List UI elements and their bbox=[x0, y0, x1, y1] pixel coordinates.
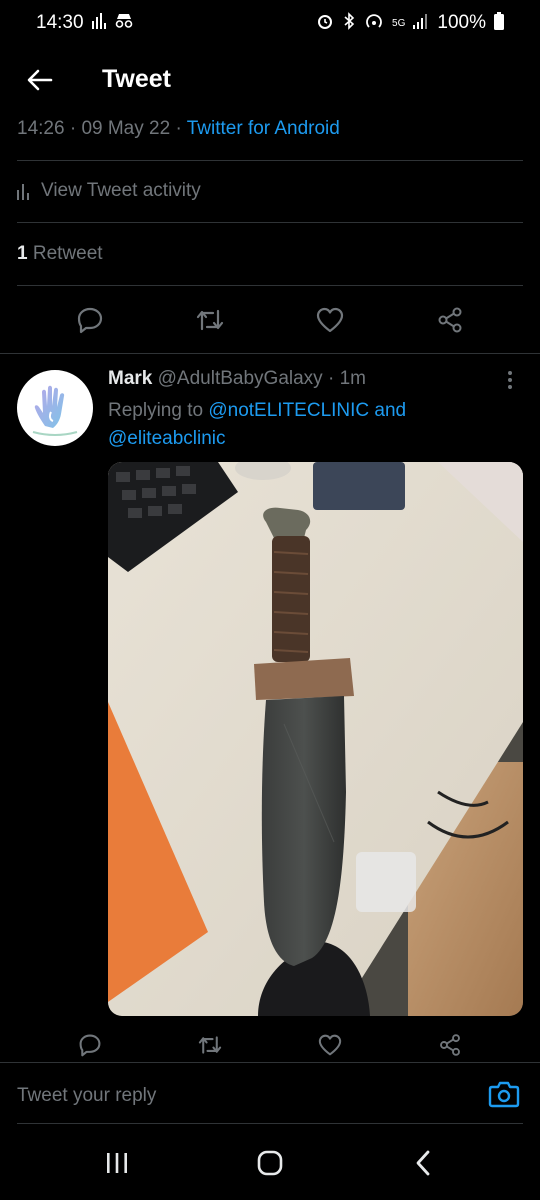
bars-icon bbox=[17, 184, 29, 200]
mention-and: and bbox=[374, 400, 407, 421]
divider bbox=[17, 1123, 523, 1124]
battery-percent: 100% bbox=[437, 12, 486, 33]
network-type: 5G bbox=[392, 17, 406, 29]
tweet-photo[interactable] bbox=[108, 462, 523, 1016]
recents-icon bbox=[106, 1153, 127, 1173]
hotspot-icon bbox=[364, 12, 384, 34]
reply-retweet-button[interactable] bbox=[190, 1025, 230, 1065]
like-icon bbox=[318, 1034, 342, 1056]
view-tweet-activity[interactable]: View Tweet activity bbox=[17, 180, 201, 202]
reply-header: Mark @AdultBabyGalaxy · 1m bbox=[108, 368, 366, 390]
home-button[interactable] bbox=[240, 1138, 300, 1188]
like-button[interactable] bbox=[310, 300, 350, 340]
reply-like-button[interactable] bbox=[310, 1025, 350, 1065]
meta-separator: · bbox=[175, 118, 182, 139]
reply-author-handle[interactable]: @AdultBabyGalaxy bbox=[158, 368, 323, 389]
divider bbox=[17, 222, 523, 223]
camera-button[interactable] bbox=[488, 1079, 522, 1113]
cell-signal-icon bbox=[413, 13, 429, 33]
retweet-icon bbox=[198, 1036, 222, 1054]
nav-back-icon bbox=[416, 1150, 430, 1176]
share-button[interactable] bbox=[430, 300, 470, 340]
reply-composer: Tweet your reply bbox=[0, 1062, 540, 1126]
status-right: 5G 100% bbox=[316, 12, 504, 34]
alarm-icon bbox=[316, 12, 334, 34]
tweet-date: 09 May 22 bbox=[81, 118, 171, 139]
back-button[interactable] bbox=[22, 62, 58, 98]
like-icon bbox=[316, 307, 344, 333]
tweet-timestamp-row: 14:26 · 09 May 22 · Twitter for Android bbox=[17, 118, 340, 140]
mention-link[interactable]: @notELITECLINIC bbox=[208, 400, 369, 421]
reply-icon bbox=[79, 1034, 101, 1057]
replying-to: Replying to @notELITECLINIC and @eliteab… bbox=[108, 397, 406, 453]
divider bbox=[17, 285, 523, 286]
tweet-actions bbox=[0, 300, 540, 340]
reply-input[interactable]: Tweet your reply bbox=[17, 1085, 156, 1107]
share-icon bbox=[440, 1034, 460, 1056]
retweet-count-label: Retweet bbox=[32, 243, 103, 264]
retweet-button[interactable] bbox=[190, 300, 230, 340]
reply-actions bbox=[0, 1025, 540, 1065]
back-arrow-icon bbox=[27, 69, 53, 91]
reply-share-button[interactable] bbox=[430, 1025, 470, 1065]
replying-prefix: Replying to bbox=[108, 400, 204, 421]
divider bbox=[0, 353, 540, 354]
nav-back-button[interactable] bbox=[393, 1138, 453, 1188]
tweet-client-link[interactable]: Twitter for Android bbox=[187, 118, 340, 139]
view-tweet-activity-label: View Tweet activity bbox=[41, 180, 201, 201]
signal-bars-icon bbox=[91, 13, 106, 33]
top-app-bar: Tweet bbox=[0, 46, 540, 114]
retweet-count-row[interactable]: 1 Retweet bbox=[17, 243, 103, 265]
retweet-count: 1 bbox=[17, 243, 28, 264]
camera-icon bbox=[488, 1081, 520, 1108]
home-icon bbox=[257, 1150, 283, 1176]
reply-button[interactable] bbox=[70, 300, 110, 340]
tweet-time: 14:26 bbox=[17, 118, 65, 139]
status-bar: 14:30 5G 100% bbox=[0, 0, 540, 46]
status-time: 14:30 bbox=[36, 12, 84, 33]
reply-icon bbox=[77, 307, 103, 334]
retweet-icon bbox=[196, 309, 224, 331]
system-nav-bar bbox=[0, 1126, 540, 1200]
divider bbox=[17, 160, 523, 161]
reply-author-name[interactable]: Mark bbox=[108, 368, 152, 389]
reply-dot: · bbox=[327, 368, 335, 389]
knife-photo bbox=[108, 462, 523, 1016]
more-options-button[interactable] bbox=[500, 368, 520, 392]
recents-button[interactable] bbox=[87, 1138, 147, 1188]
hand-logo-icon bbox=[32, 385, 78, 436]
mention-link[interactable]: @eliteabclinic bbox=[108, 428, 226, 449]
reply-time-ago: 1m bbox=[339, 368, 366, 389]
bluetooth-icon bbox=[342, 12, 356, 34]
page-title: Tweet bbox=[102, 65, 171, 93]
more-vertical-icon bbox=[508, 371, 512, 389]
incognito-icon bbox=[114, 13, 134, 33]
status-left: 14:30 bbox=[36, 12, 134, 34]
share-icon bbox=[438, 307, 462, 333]
reply-reply-button[interactable] bbox=[70, 1025, 110, 1065]
battery-icon bbox=[494, 12, 504, 34]
meta-separator: · bbox=[69, 118, 77, 139]
avatar[interactable] bbox=[17, 370, 93, 446]
